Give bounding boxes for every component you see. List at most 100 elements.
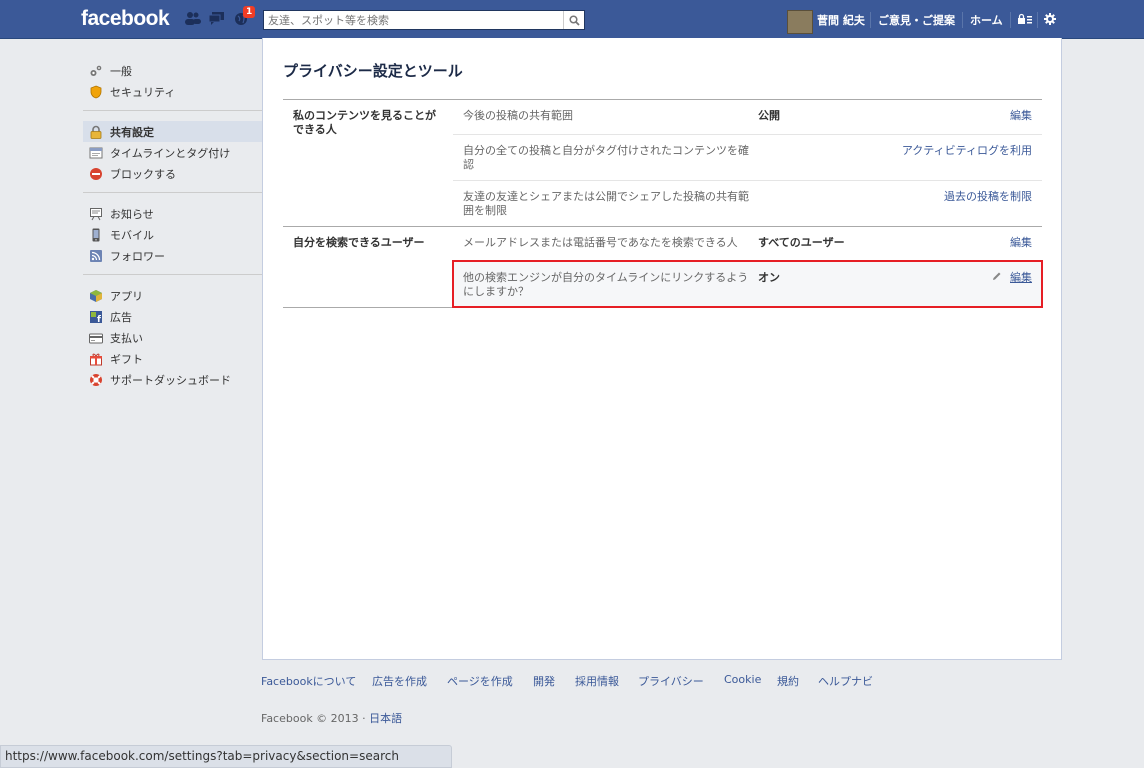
pencil-icon[interactable] — [992, 271, 1002, 285]
profile-link[interactable]: 菅間 紀夫 — [817, 12, 865, 28]
divider — [1010, 12, 1011, 28]
facebook-logo[interactable]: facebook — [81, 7, 170, 31]
sidebar-group: 共有設定 タイムラインとタグ付け ブロックする — [83, 119, 262, 193]
sidebar-item-label: 一般 — [110, 64, 132, 78]
feedback-link[interactable]: ご意見・ご提案 — [878, 12, 955, 28]
settings-row[interactable]: 自分の全ての投稿と自分がタグ付けされたコンテンツを確認 アクティビティログを利用 — [453, 134, 1042, 180]
setting-description: 他の検索エンジンが自分のタイムラインにリンクするようにしますか？ — [463, 271, 749, 298]
card-icon — [89, 331, 103, 345]
settings-section-content-visibility: 私のコンテンツを見ることができる人 今後の投稿の共有範囲 公開 編集 自分の全て… — [283, 100, 1042, 227]
shield-icon — [89, 85, 103, 99]
sidebar-item-label: 共有設定 — [110, 125, 154, 139]
settings-row-search-engine-highlighted[interactable]: 他の検索エンジンが自分のタイムラインにリンクするようにしますか？ オン 編集 — [452, 260, 1043, 308]
block-icon — [89, 167, 103, 181]
sidebar-item-label: ブロックする — [110, 167, 176, 181]
setting-value: オン — [758, 271, 780, 284]
sidebar-item-label: モバイル — [110, 228, 154, 242]
mobile-icon — [89, 228, 103, 242]
footer-link-developers[interactable]: 開発 — [533, 673, 555, 689]
edit-link[interactable]: 編集 — [1010, 109, 1032, 126]
settings-row[interactable]: 友達の友達とシェアまたは公開でシェアした投稿の共有範囲を制限 過去の投稿を制限 — [453, 180, 1042, 226]
search-input[interactable] — [264, 11, 572, 29]
footer-link-cookie[interactable]: Cookie — [724, 673, 761, 686]
edit-link[interactable]: 編集 — [1010, 271, 1032, 284]
divider — [870, 12, 871, 28]
sidebar-item-label: サポートダッシュボード — [110, 373, 231, 387]
sidebar-item-support-dashboard[interactable]: サポートダッシュボード — [83, 369, 262, 390]
sidebar-item-security[interactable]: セキュリティ — [83, 81, 262, 102]
footer-link-help[interactable]: ヘルプナビ — [818, 673, 873, 689]
sidebar-item-notifications[interactable]: お知らせ — [83, 203, 262, 224]
sidebar-group: 一般 セキュリティ — [83, 58, 262, 111]
sidebar-item-privacy[interactable]: 共有設定 — [83, 121, 262, 142]
sidebar-item-label: タイムラインとタグ付け — [110, 146, 231, 160]
sidebar-item-ads[interactable]: f 広告 — [83, 306, 262, 327]
settings-sidebar: 一般 セキュリティ 共有設定 タイムラインとタグ付け ブロックする お知らせ モ… — [83, 58, 262, 406]
limit-past-posts-link[interactable]: 過去の投稿を制限 — [944, 190, 1032, 218]
search-box — [263, 10, 585, 30]
setting-description: メールアドレスまたは電話番号であなたを検索できる人 — [463, 236, 738, 249]
sidebar-item-followers[interactable]: フォロワー — [83, 245, 262, 266]
sidebar-item-label: フォロワー — [110, 249, 165, 263]
footer-link-careers[interactable]: 採用情報 — [575, 673, 619, 689]
sidebar-group: アプリ f 広告 支払い ギフト サポートダッシュボード — [83, 283, 262, 398]
setting-description: 友達の友達とシェアまたは公開でシェアした投稿の共有範囲を制限 — [463, 190, 749, 217]
search-icon[interactable] — [563, 11, 584, 29]
lock-icon — [89, 125, 103, 139]
main-panel: プライバシー設定とツール 私のコンテンツを見ることができる人 今後の投稿の共有範… — [262, 38, 1062, 660]
gift-icon — [89, 352, 103, 366]
footer-link-privacy[interactable]: プライバシー — [638, 673, 704, 689]
settings-row[interactable]: 今後の投稿の共有範囲 公開 編集 — [453, 100, 1042, 134]
edit-link-group: 編集 — [992, 271, 1032, 299]
setting-value — [758, 144, 902, 172]
rss-icon — [89, 249, 103, 263]
settings-gear-icon[interactable] — [1043, 12, 1057, 28]
friend-requests-icon[interactable] — [184, 10, 202, 26]
settings-row[interactable]: メールアドレスまたは電話番号であなたを検索できる人 すべてのユーザー 編集 — [453, 227, 1042, 261]
footer-link-create-ad[interactable]: 広告を作成 — [372, 673, 427, 689]
section-label: 私のコンテンツを見ることができる人 — [293, 109, 436, 136]
svg-text:f: f — [97, 315, 101, 324]
activity-log-link[interactable]: アクティビティログを利用 — [902, 144, 1032, 172]
sidebar-item-gifts[interactable]: ギフト — [83, 348, 262, 369]
sidebar-item-timeline-tagging[interactable]: タイムラインとタグ付け — [83, 142, 262, 163]
settings-rows: 今後の投稿の共有範囲 公開 編集 自分の全ての投稿と自分がタグ付けされたコンテン… — [453, 100, 1042, 226]
sidebar-item-label: 広告 — [110, 310, 132, 324]
lifebuoy-icon — [89, 373, 103, 387]
copyright: Facebook © 2013 · 日本語 — [261, 710, 402, 726]
settings-section-search: 自分を検索できるユーザー メールアドレスまたは電話番号であなたを検索できる人 す… — [283, 227, 1043, 308]
section-label: 自分を検索できるユーザー — [293, 236, 425, 249]
setting-description: 今後の投稿の共有範囲 — [463, 109, 573, 122]
edit-link[interactable]: 編集 — [1010, 236, 1032, 253]
sidebar-item-label: アプリ — [110, 289, 143, 303]
notification-badge: 1 — [243, 6, 256, 18]
avatar[interactable] — [787, 10, 813, 34]
sidebar-item-label: セキュリティ — [110, 85, 176, 99]
apps-icon — [89, 289, 103, 303]
footer-link-about[interactable]: Facebookについて — [261, 673, 356, 689]
sidebar-item-general[interactable]: 一般 — [83, 60, 262, 81]
top-bar: facebook 1 菅間 紀夫 ご意見・ご提案 ホーム — [0, 0, 1144, 39]
setting-value: すべてのユーザー — [758, 236, 845, 249]
divider — [962, 12, 963, 28]
home-link[interactable]: ホーム — [970, 12, 1003, 28]
settings-rows: メールアドレスまたは電話番号であなたを検索できる人 すべてのユーザー 編集 他の… — [452, 227, 1043, 308]
sidebar-item-blocking[interactable]: ブロックする — [83, 163, 262, 184]
privacy-settings-table: 私のコンテンツを見ることができる人 今後の投稿の共有範囲 公開 編集 自分の全て… — [283, 99, 1043, 308]
sidebar-item-apps[interactable]: アプリ — [83, 285, 262, 306]
footer-link-terms[interactable]: 規約 — [777, 673, 799, 689]
language-link[interactable]: 日本語 — [369, 712, 402, 725]
setting-value — [758, 190, 944, 218]
ads-icon: f — [89, 310, 103, 325]
sidebar-group: お知らせ モバイル フォロワー — [83, 201, 262, 275]
divider — [1037, 12, 1038, 28]
messages-icon[interactable] — [208, 10, 226, 26]
privacy-shortcuts-icon[interactable] — [1017, 13, 1033, 29]
page-title: プライバシー設定とツール — [283, 62, 463, 80]
setting-value: 公開 — [758, 109, 780, 122]
sidebar-item-mobile[interactable]: モバイル — [83, 224, 262, 245]
browser-status-bar: https://www.facebook.com/settings?tab=pr… — [0, 745, 452, 768]
sidebar-item-payments[interactable]: 支払い — [83, 327, 262, 348]
footer-link-create-page[interactable]: ページを作成 — [447, 673, 513, 689]
copyright-text: Facebook © 2013 · — [261, 712, 366, 725]
